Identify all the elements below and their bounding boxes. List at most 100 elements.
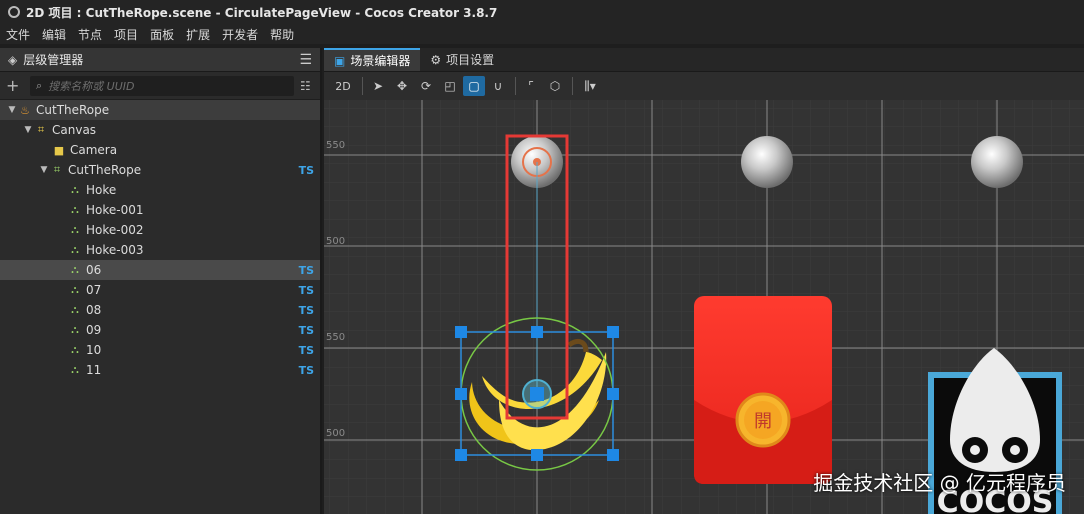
ts-badge: TS xyxy=(298,343,314,357)
gear-icon: ⚙ xyxy=(430,52,442,67)
y-axis-label: 500 xyxy=(326,236,346,247)
menu-node[interactable]: 节点 xyxy=(78,26,102,43)
menu-file[interactable]: 文件 xyxy=(6,26,30,43)
hierarchy-panel: ◈ 层级管理器 ☰ + ⌕ 搜索名称或 UUID ☷ ▼ ♨ CutTheRop… xyxy=(0,48,322,514)
node-tree: ▼ ♨ CutTheRope ▼ ⌗ Canvas ■ Camera ▼ ⌗ C… xyxy=(0,100,320,380)
cocos-app-icon xyxy=(8,6,20,18)
menu-help[interactable]: 帮助 xyxy=(270,26,294,43)
watermark-text: 掘金技术社区 @ 亿元程序员 xyxy=(813,471,1066,495)
ts-badge: TS xyxy=(298,283,314,297)
local-space-icon[interactable]: ⬡ xyxy=(544,76,566,96)
search-placeholder: 搜索名称或 UUID xyxy=(48,79,135,93)
title-bar: 2D 项目 : CutTheRope.scene - CirculatePage… xyxy=(0,0,1084,24)
panel-menu-icon[interactable]: ☰ xyxy=(299,52,312,68)
node-icon: ⌗ xyxy=(53,163,61,176)
node-icon: ⛬ xyxy=(71,323,79,336)
toolbar-separator xyxy=(362,77,363,95)
ts-badge: TS xyxy=(298,323,314,337)
scene-panel: ▣ 场景编辑器 ⚙ 项目设置 2D ➤ ✥ ⟳ ◰ ▢ ∪ ⌜ ⬡ ⫼▾ 開 C… xyxy=(324,48,1084,514)
expand-arrow-icon[interactable]: ▼ xyxy=(6,105,18,115)
scene-tabs: ▣ 场景编辑器 ⚙ 项目设置 xyxy=(324,48,1084,72)
red-envelope-sprite[interactable]: 開 xyxy=(694,296,832,484)
tree-node-canvas[interactable]: ▼ ⌗ Canvas xyxy=(0,120,320,140)
2d-mode-button[interactable]: 2D xyxy=(330,76,356,96)
menu-panel[interactable]: 面板 xyxy=(150,26,174,43)
scale-tool-icon[interactable]: ◰ xyxy=(439,76,461,96)
tree-node-camera[interactable]: ■ Camera xyxy=(0,140,320,160)
snap-magnet-icon[interactable]: ∪ xyxy=(487,76,509,96)
tree-node-label: 08 xyxy=(86,303,102,317)
scene-editor-icon: ▣ xyxy=(334,53,346,68)
sort-icon[interactable]: ☷ xyxy=(300,79,311,93)
tree-node-label: Canvas xyxy=(52,123,97,137)
tree-node-label: 11 xyxy=(86,363,102,377)
tree-node-09[interactable]: ⛬ 09 TS xyxy=(0,320,320,340)
node-icon: ⛬ xyxy=(71,303,79,316)
toolbar-separator xyxy=(572,77,573,95)
tree-node-hoke-001[interactable]: ⛬ Hoke-001 xyxy=(0,200,320,220)
envelope-char: 開 xyxy=(754,411,772,432)
rect-tool-icon[interactable]: ▢ xyxy=(463,76,485,96)
node-icon: ⛬ xyxy=(71,343,79,356)
tree-node-06[interactable]: ⛬ 06 TS xyxy=(0,260,320,280)
tree-node-label: Camera xyxy=(70,143,118,157)
tree-node-08[interactable]: ⛬ 08 TS xyxy=(0,300,320,320)
tree-node-hoke-002[interactable]: ⛬ Hoke-002 xyxy=(0,220,320,240)
node-icon: ⛬ xyxy=(71,183,79,196)
tree-node-10[interactable]: ⛬ 10 TS xyxy=(0,340,320,360)
tree-node-label: 09 xyxy=(86,323,102,337)
ts-badge: TS xyxy=(298,303,314,317)
scene-canvas[interactable]: 開 COCOS xyxy=(324,100,1084,514)
tree-node-hoke-003[interactable]: ⛬ Hoke-003 xyxy=(0,240,320,260)
move-tool-icon[interactable]: ✥ xyxy=(391,76,413,96)
hook-ball[interactable] xyxy=(971,136,1023,188)
hook-ball[interactable] xyxy=(741,136,793,188)
tree-node-label: 06 xyxy=(86,263,102,277)
canvas-icon: ⌗ xyxy=(37,123,45,136)
tree-node-label: 07 xyxy=(86,283,102,297)
menu-bar: 文件 编辑 节点 项目 面板 扩展 开发者 帮助 xyxy=(0,24,1084,44)
align-dropdown-icon[interactable]: ⫼▾ xyxy=(577,76,603,96)
tree-node-label: Hoke-002 xyxy=(86,223,144,237)
hierarchy-search-input[interactable]: ⌕ 搜索名称或 UUID xyxy=(30,75,294,96)
tab-label: 项目设置 xyxy=(446,53,495,67)
node-icon: ⛬ xyxy=(71,223,79,236)
tree-node-label: 10 xyxy=(86,343,102,357)
expand-arrow-icon[interactable]: ▼ xyxy=(38,165,50,175)
tab-project-settings[interactable]: ⚙ 项目设置 xyxy=(420,48,504,71)
node-icon: ⛬ xyxy=(71,283,79,296)
scene-viewport[interactable]: 開 COCOS 550 500 550 500 掘金技术社区 @ 亿元程序员 xyxy=(324,100,1084,514)
rotate-tool-icon[interactable]: ⟳ xyxy=(415,76,437,96)
node-icon: ⛬ xyxy=(71,263,79,276)
scene-toolbar: 2D ➤ ✥ ⟳ ◰ ▢ ∪ ⌜ ⬡ ⫼▾ xyxy=(324,72,1084,100)
tree-node-label: CutTheRope xyxy=(68,163,142,177)
node-icon: ⛬ xyxy=(71,363,79,376)
tree-node-cuttherope[interactable]: ▼ ⌗ CutTheRope TS xyxy=(0,160,320,180)
pivot-icon[interactable]: ⌜ xyxy=(520,76,542,96)
tree-node-cuttherope-scene[interactable]: ▼ ♨ CutTheRope xyxy=(0,100,320,120)
add-node-icon[interactable]: + xyxy=(6,76,22,95)
node-icon: ⛬ xyxy=(71,203,79,216)
tab-scene-editor[interactable]: ▣ 场景编辑器 xyxy=(324,48,421,71)
y-axis-label: 550 xyxy=(326,140,346,151)
tree-node-label: Hoke-001 xyxy=(86,203,144,217)
tree-node-11[interactable]: ⛬ 11 TS xyxy=(0,360,320,380)
toolbar-separator xyxy=(515,77,516,95)
menu-edit[interactable]: 编辑 xyxy=(42,26,66,43)
hierarchy-tab-label: 层级管理器 xyxy=(23,53,84,67)
tree-node-hoke[interactable]: ⛬ Hoke xyxy=(0,180,320,200)
menu-project[interactable]: 项目 xyxy=(114,26,138,43)
tree-node-label: Hoke-003 xyxy=(86,243,144,257)
window-title: 2D 项目 : CutTheRope.scene - CirculatePage… xyxy=(26,5,498,20)
menu-extension[interactable]: 扩展 xyxy=(186,26,210,43)
hierarchy-tab[interactable]: ◈ 层级管理器 ☰ xyxy=(0,48,320,72)
select-tool-icon[interactable]: ➤ xyxy=(367,76,389,96)
layers-icon: ◈ xyxy=(8,52,18,67)
expand-arrow-icon[interactable]: ▼ xyxy=(22,125,34,135)
scene-icon: ♨ xyxy=(20,103,30,117)
pivot-handle[interactable] xyxy=(530,387,544,401)
menu-developer[interactable]: 开发者 xyxy=(222,26,258,43)
tree-node-07[interactable]: ⛬ 07 TS xyxy=(0,280,320,300)
tree-node-label: CutTheRope xyxy=(36,103,110,117)
y-axis-label: 550 xyxy=(326,332,346,343)
